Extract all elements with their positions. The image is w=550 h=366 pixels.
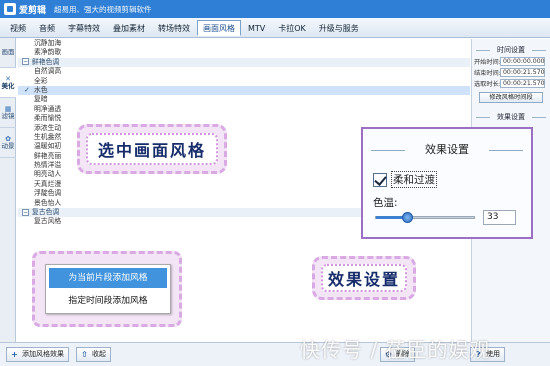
list-item-label: 热情洋溢 (34, 161, 62, 170)
side-tab-filter[interactable]: ▦ 滤镜 (0, 98, 16, 128)
modify-style-time-button[interactable]: 修改风格时间段 (479, 92, 543, 103)
collapse-icon: ⇧ (81, 350, 88, 359)
collapse-button[interactable]: ⇧ 收起 (76, 347, 111, 362)
tab-audio[interactable]: 音频 (33, 20, 61, 36)
list-item-label: 景色怡人 (34, 198, 62, 207)
callout-select-style-text: 选中画面风格 (97, 141, 206, 160)
side-tab-scene[interactable]: ✿ 动景 (0, 128, 16, 158)
app-slogan: 超易用、强大的视频剪辑软件 (54, 4, 152, 14)
duration-row: 选取时长: 00:00:21.570 (474, 79, 550, 88)
effect-settings-title: 效果设置 (363, 143, 531, 157)
smooth-transition-label[interactable]: 柔和过渡 (391, 171, 437, 188)
add-style-effect-button[interactable]: + 添加风格效果 (6, 347, 69, 362)
app-name: 爱剪辑 (19, 5, 47, 16)
list-item-label: 明亮动人 (34, 170, 62, 179)
effect-settings-title-small: 效果设置 (472, 112, 550, 122)
list-item-label: 明净通透 (34, 104, 62, 113)
watermark-text: 快传号 / 莅臣的娱观 (300, 338, 491, 362)
side-tab-scene-label: 动景 (1, 141, 15, 150)
end-time-input[interactable]: 00:00:21.570 (500, 68, 545, 77)
tab-video[interactable]: 视频 (4, 20, 32, 36)
list-item[interactable]: 柔而愉悦 (18, 114, 470, 123)
callout-select-style-inner: 选中画面风格 (86, 133, 218, 165)
side-tab-strip: 画面 ✕ 美化 ▦ 滤镜 ✿ 动景 (0, 38, 16, 342)
list-item[interactable]: 全彩 (18, 77, 470, 86)
collapse-label: 收起 (92, 350, 106, 358)
list-item-label: 复暗 (34, 95, 48, 104)
list-group-vivid[interactable]: − 鲜艳色调 (18, 57, 470, 68)
callout-effect-settings-inner: 效果设置 (321, 264, 407, 292)
callout-effect-settings: 效果设置 (312, 256, 416, 300)
color-temp-label: 色温: (373, 197, 398, 209)
list-item[interactable]: 沉静加海 (18, 39, 470, 48)
title-bar: 爱剪辑 超易用、强大的视频剪辑软件 (0, 0, 550, 18)
list-item-label: 添浓生动 (34, 123, 62, 132)
list-item-label: 鲜艳亮丽 (34, 151, 62, 160)
effect-settings-panel: 效果设置 柔和过渡 色温: 33 (361, 127, 533, 239)
end-time-label: 结束时间: (474, 70, 501, 77)
list-item[interactable]: 自然调高 (18, 67, 470, 76)
list-item-label: 生机盎然 (34, 132, 62, 141)
add-style-to-current-clip-item[interactable]: 为当前片段添加风格 (49, 268, 167, 288)
tab-upgrade-service[interactable]: 升级与服务 (313, 20, 365, 36)
side-tab-filter-label: 滤镜 (1, 111, 15, 120)
collapse-toggle-icon[interactable]: − (22, 58, 29, 66)
app-logo-icon (4, 3, 16, 15)
start-time-row: 开始时间: 00:00:00.000 (474, 57, 550, 66)
add-icon: + (11, 350, 18, 359)
callout-effect-settings-text: 效果设置 (327, 270, 400, 289)
list-item-label: 柔而愉悦 (34, 114, 62, 123)
duration-input[interactable]: 00:00:21.570 (500, 79, 545, 88)
checkmark-icon: ✓ (24, 85, 30, 94)
list-item-label: 沉静加海 (34, 39, 62, 47)
side-tab-picture[interactable]: 画面 (0, 38, 16, 68)
color-temp-slider-handle[interactable] (402, 212, 414, 223)
collapse-toggle-icon[interactable]: − (22, 208, 29, 216)
smooth-transition-checkbox[interactable] (373, 172, 387, 187)
popup-menu-highlight: 为当前片段添加风格 指定时间段添加风格 (32, 251, 182, 327)
list-item-selected[interactable]: ✓ 水色 (18, 85, 470, 96)
side-tab-beautify-label: 美化 (1, 81, 15, 90)
list-group-label: 鲜艳色调 (32, 57, 60, 66)
list-item-label: 天真烂漫 (34, 179, 62, 188)
menu-tab-bar: 视频 音频 字幕特效 叠加素材 转场特效 画面风格 MTV 卡拉OK 升级与服务 (0, 18, 550, 38)
add-style-to-time-range-item[interactable]: 指定时间段添加风格 (49, 291, 167, 311)
tab-subtitle-effects[interactable]: 字幕特效 (62, 20, 106, 36)
side-tab-picture-label: 画面 (1, 48, 15, 56)
list-group-label: 复古色调 (32, 208, 60, 217)
color-temp-input[interactable]: 33 (483, 210, 516, 225)
color-temp-slider[interactable] (375, 212, 475, 223)
list-item-label: 浮靛色调 (34, 189, 62, 198)
start-time-label: 开始时间: (474, 59, 501, 66)
list-item-label: 水色 (34, 85, 48, 94)
list-item-label: 自然调高 (34, 67, 62, 76)
end-time-row: 结束时间: 00:00:21.570 (474, 68, 550, 77)
add-style-popup-menu: 为当前片段添加风格 指定时间段添加风格 (45, 264, 171, 314)
add-style-effect-label: 添加风格效果 (22, 350, 64, 358)
list-item-label: 全彩 (34, 76, 48, 85)
list-item[interactable]: 素净韵歌 (18, 48, 470, 57)
start-time-input[interactable]: 00:00:00.000 (500, 57, 545, 66)
time-settings-title: 时间设置 (472, 45, 550, 55)
list-item-label: 素净韵歌 (34, 48, 62, 57)
tab-mtv[interactable]: MTV (242, 20, 271, 36)
list-item-label: 复古风格 (34, 217, 62, 226)
side-tab-beautify[interactable]: ✕ 美化 (0, 68, 16, 98)
tab-picture-style[interactable]: 画面风格 (197, 19, 241, 36)
duration-label: 选取时长: (474, 81, 501, 88)
tab-karaoke[interactable]: 卡拉OK (272, 20, 312, 36)
list-item[interactable]: 复暗 (18, 95, 470, 104)
tab-transition[interactable]: 转场特效 (152, 20, 196, 36)
list-item[interactable]: 明净通透 (18, 105, 470, 114)
list-item-label: 温暖如初 (34, 142, 62, 151)
smooth-transition-row[interactable]: 柔和过渡 (373, 171, 437, 188)
callout-select-style: 选中画面风格 (77, 124, 227, 174)
tab-overlay[interactable]: 叠加素材 (107, 20, 151, 36)
